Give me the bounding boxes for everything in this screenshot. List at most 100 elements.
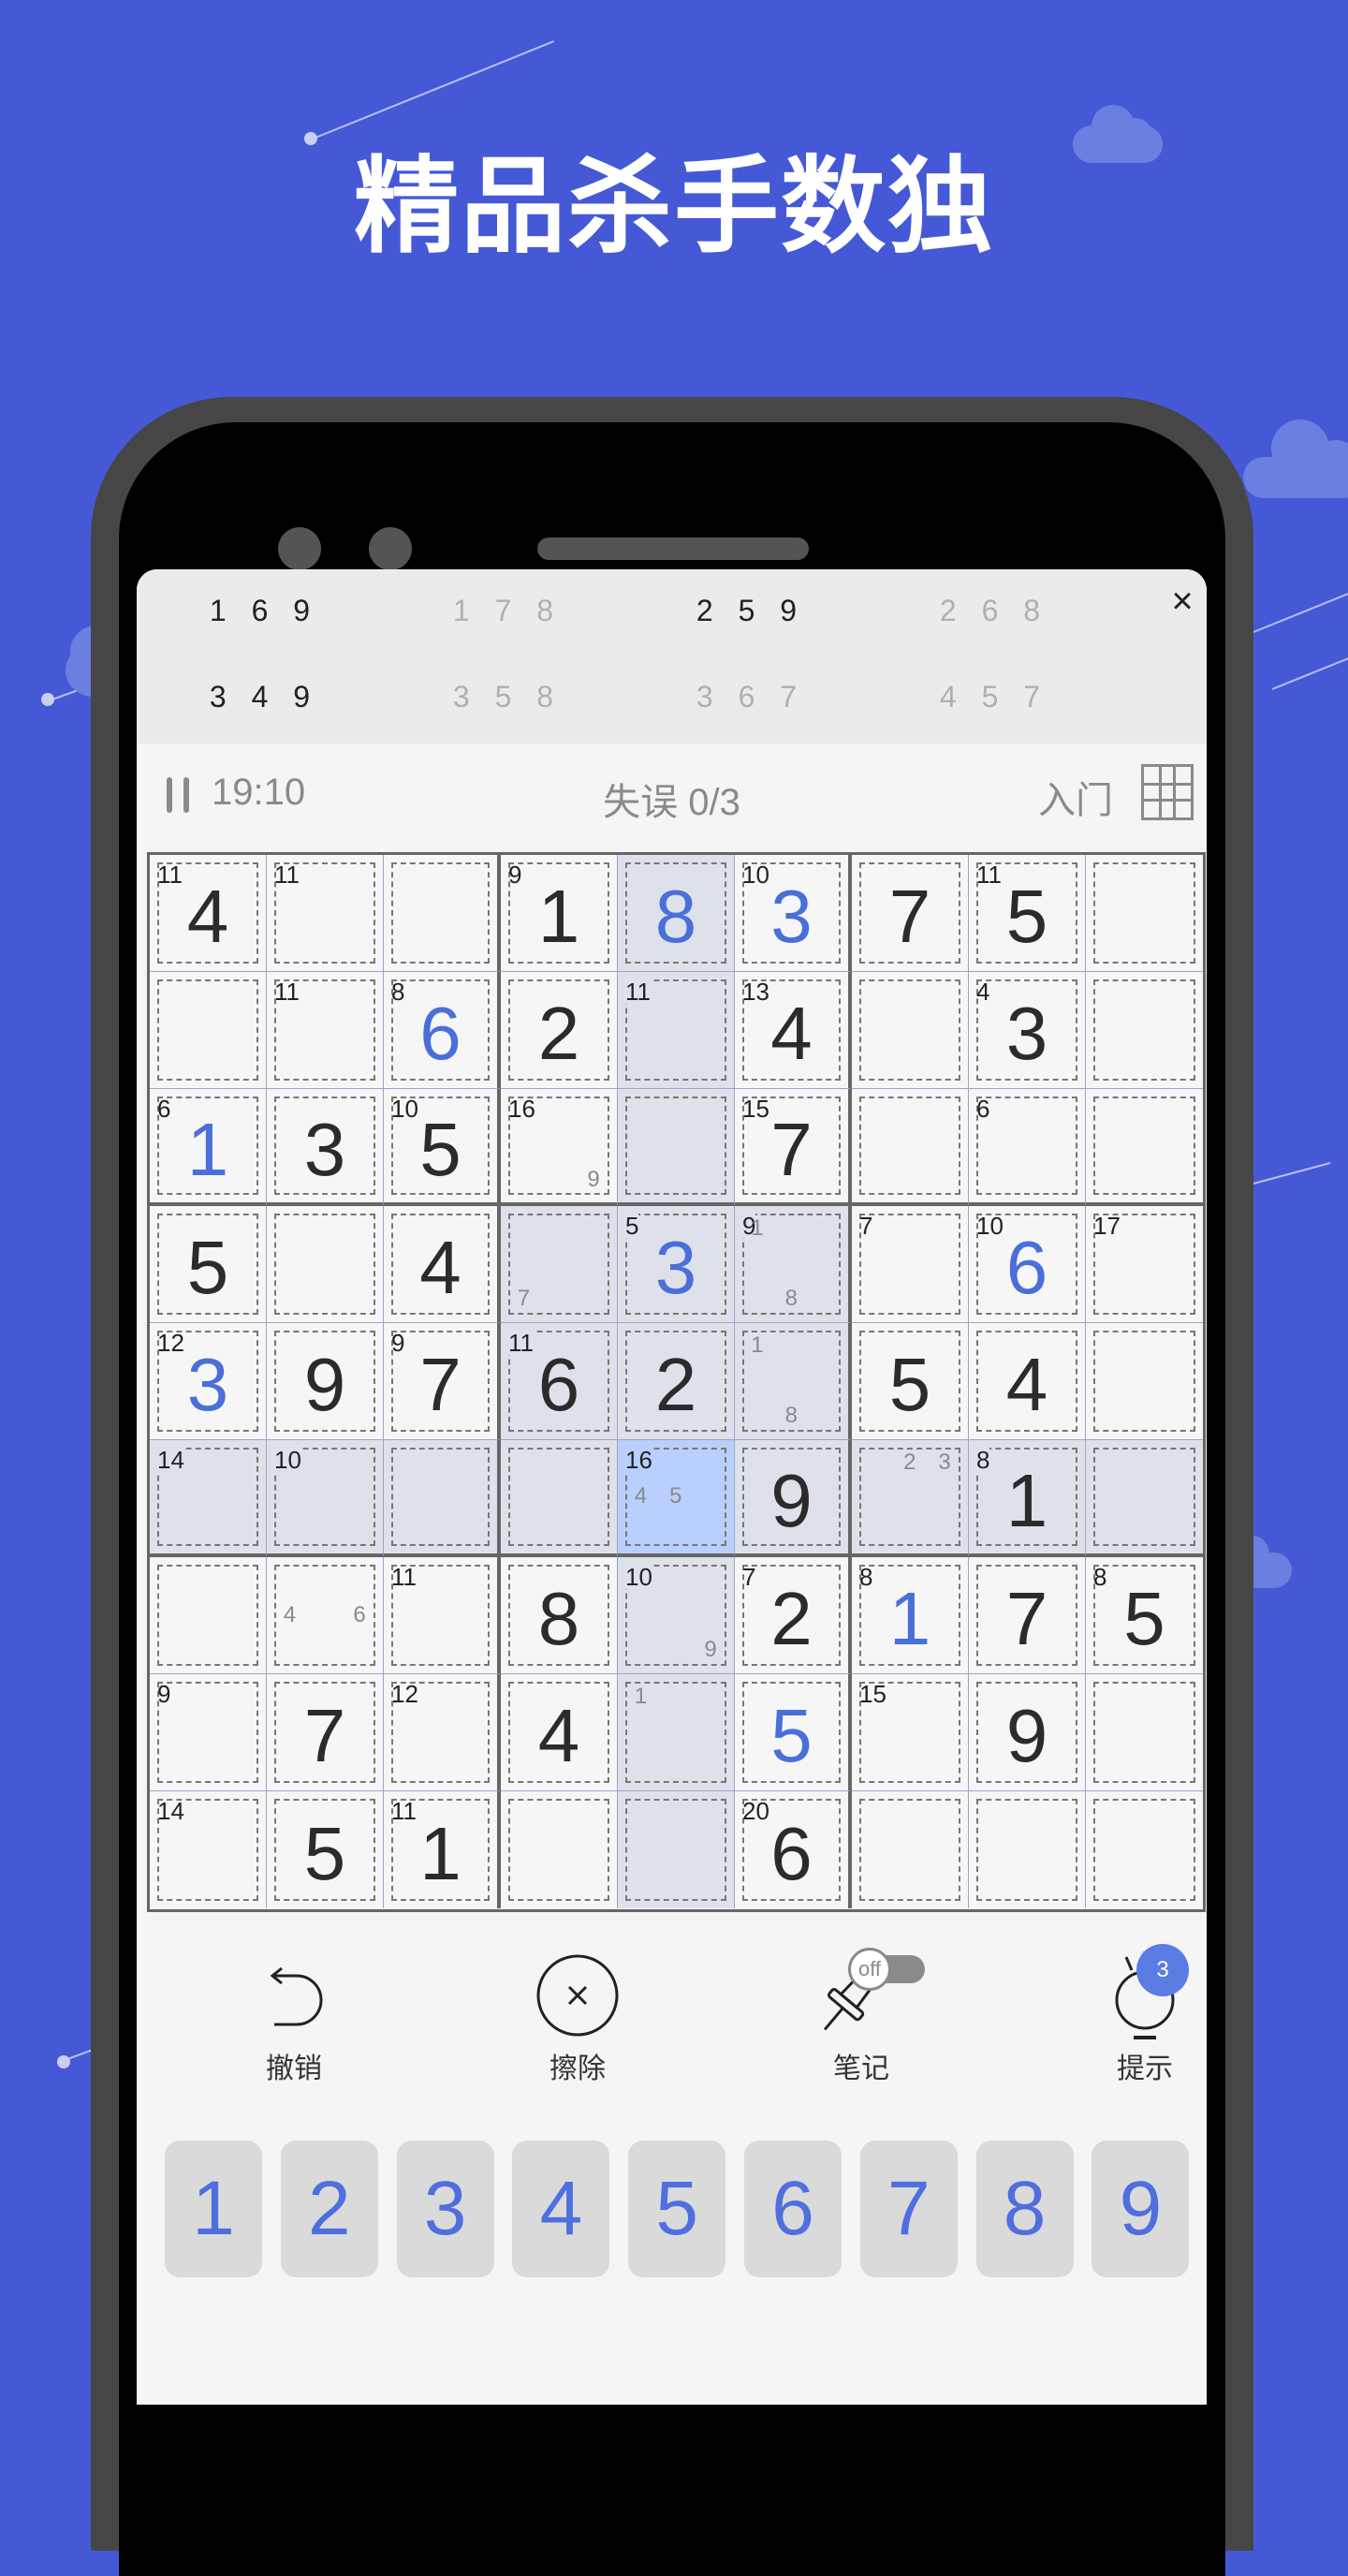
combination-option[interactable]: 3 4 9 [189,680,339,714]
board-cell[interactable]: 6 [969,1089,1086,1206]
board-cell[interactable]: 43 [969,972,1086,1089]
board-cell[interactable]: 12 3 [150,1323,267,1440]
board-cell[interactable]: 9 [735,1440,852,1557]
board-cell[interactable]: 18 [735,1323,852,1440]
board-cell[interactable]: 11 4 [150,855,267,972]
combination-option[interactable]: 3 5 8 [432,680,582,714]
number-key-2[interactable]: 2 [280,2141,378,2277]
board-cell[interactable]: 17 [1086,1206,1203,1323]
board-cell[interactable]: 85 [1086,1557,1203,1674]
board-cell[interactable] [150,1557,267,1674]
board-cell[interactable] [1086,855,1203,972]
board-cell[interactable]: 11 1 [384,1791,501,1908]
board-cell[interactable] [1086,1791,1203,1908]
board-cell[interactable]: 53 [618,1206,735,1323]
combination-option[interactable]: 1 7 8 [432,594,582,628]
board-cell[interactable]: 9 [969,1674,1086,1791]
board-cell[interactable]: 14 [150,1791,267,1908]
board-cell[interactable]: 4 [501,1674,618,1791]
board-cell[interactable]: 11 6 [501,1323,618,1440]
number-key-9[interactable]: 9 [1092,2141,1190,2277]
board-cell[interactable] [150,972,267,1089]
board-cell[interactable]: 8 [501,1557,618,1674]
number-key-3[interactable]: 3 [396,2141,494,2277]
erase-button[interactable]: 擦除 [484,1918,671,2096]
board-cell[interactable]: 3 [267,1089,384,1206]
board-cell[interactable]: 14 [150,1440,267,1557]
board-cell[interactable]: 20 6 [735,1791,852,1908]
board-cell[interactable]: 9 [267,1323,384,1440]
board-cell[interactable]: 10 3 [735,855,852,972]
board-cell[interactable] [501,1791,618,1908]
board-cell[interactable] [618,1089,735,1206]
board-cell[interactable] [1086,1440,1203,1557]
board-cell[interactable]: 81 [852,1557,969,1674]
number-key-8[interactable]: 8 [975,2141,1074,2277]
board-cell[interactable]: 13 4 [735,972,852,1089]
board-cell[interactable] [852,972,969,1089]
notes-button[interactable]: 笔记 [768,1918,955,2096]
board-cell[interactable] [384,855,501,972]
board-cell[interactable]: 12 [384,1674,501,1791]
board-cell[interactable] [969,1791,1086,1908]
board-cell[interactable]: 11 [384,1557,501,1674]
number-key-1[interactable]: 1 [165,2141,262,2277]
board-cell[interactable]: 11 [267,855,384,972]
number-key-5[interactable]: 5 [628,2141,726,2277]
board-cell[interactable]: 7 [969,1557,1086,1674]
board-cell[interactable]: 5 [150,1206,267,1323]
board-cell[interactable]: 11 5 [969,855,1086,972]
board-cell[interactable]: 97 [384,1323,501,1440]
board-cell[interactable] [384,1440,501,1557]
board-cell[interactable]: 15 7 [735,1089,852,1206]
board-cell[interactable] [1086,1674,1203,1791]
board-cell[interactable] [1086,1089,1203,1206]
board-cell[interactable] [618,1791,735,1908]
board-cell[interactable]: 9 [150,1674,267,1791]
board-cell[interactable] [1086,972,1203,1089]
number-key-7[interactable]: 7 [859,2141,958,2277]
board-cell[interactable]: 2 [501,972,618,1089]
combination-option[interactable]: 3 6 7 [676,680,826,714]
board-cell[interactable] [852,1089,969,1206]
board-cell[interactable]: 2 [618,1323,735,1440]
undo-button[interactable]: 撤销 [200,1918,388,2096]
combination-option[interactable]: 4 5 7 [919,680,1069,714]
combination-option[interactable]: 1 6 9 [189,594,339,628]
hint-button[interactable]: 提示 [1051,1918,1207,2096]
board-cell[interactable]: 4 [969,1323,1086,1440]
board-cell[interactable] [852,1791,969,1908]
board-cell[interactable] [267,1206,384,1323]
combination-option[interactable]: 2 6 8 [919,594,1069,628]
board-cell[interactable]: 5 [852,1323,969,1440]
board-cell[interactable]: 10 5 [384,1089,501,1206]
board-cell[interactable]: 61 [150,1089,267,1206]
number-key-4[interactable]: 4 [512,2141,610,2277]
board-cell[interactable]: 23 [852,1440,969,1557]
board-cell[interactable]: 11 [267,972,384,1089]
board-cell[interactable]: 7 [852,855,969,972]
board-cell[interactable]: 86 [384,972,501,1089]
board-cell[interactable]: 16 4 5 [618,1440,735,1557]
board-cell[interactable]: 16 9 [501,1089,618,1206]
board-cell[interactable]: 15 [852,1674,969,1791]
board-cell[interactable]: 7 [852,1206,969,1323]
number-key-6[interactable]: 6 [744,2141,842,2277]
board-cell[interactable]: 11 [618,972,735,1089]
board-cell[interactable]: 918 [735,1206,852,1323]
close-icon[interactable]: × [1164,582,1201,620]
board-cell[interactable]: 1 [618,1674,735,1791]
board-cell[interactable]: 91 [501,855,618,972]
board-cell[interactable]: 4 [384,1206,501,1323]
board-cell[interactable]: 46 [267,1557,384,1674]
board-cell[interactable]: 5 [267,1791,384,1908]
board-cell[interactable]: 10 6 [969,1206,1086,1323]
board-cell[interactable]: 7 [267,1674,384,1791]
notes-toggle[interactable]: off [848,1948,925,1991]
difficulty-level[interactable]: 入门 [1038,770,1113,824]
board-cell[interactable] [1086,1323,1203,1440]
board-cell[interactable]: 10 [267,1440,384,1557]
board-cell[interactable]: 81 [969,1440,1086,1557]
board-cell[interactable]: 72 [735,1557,852,1674]
combination-option[interactable]: 2 5 9 [676,594,826,628]
